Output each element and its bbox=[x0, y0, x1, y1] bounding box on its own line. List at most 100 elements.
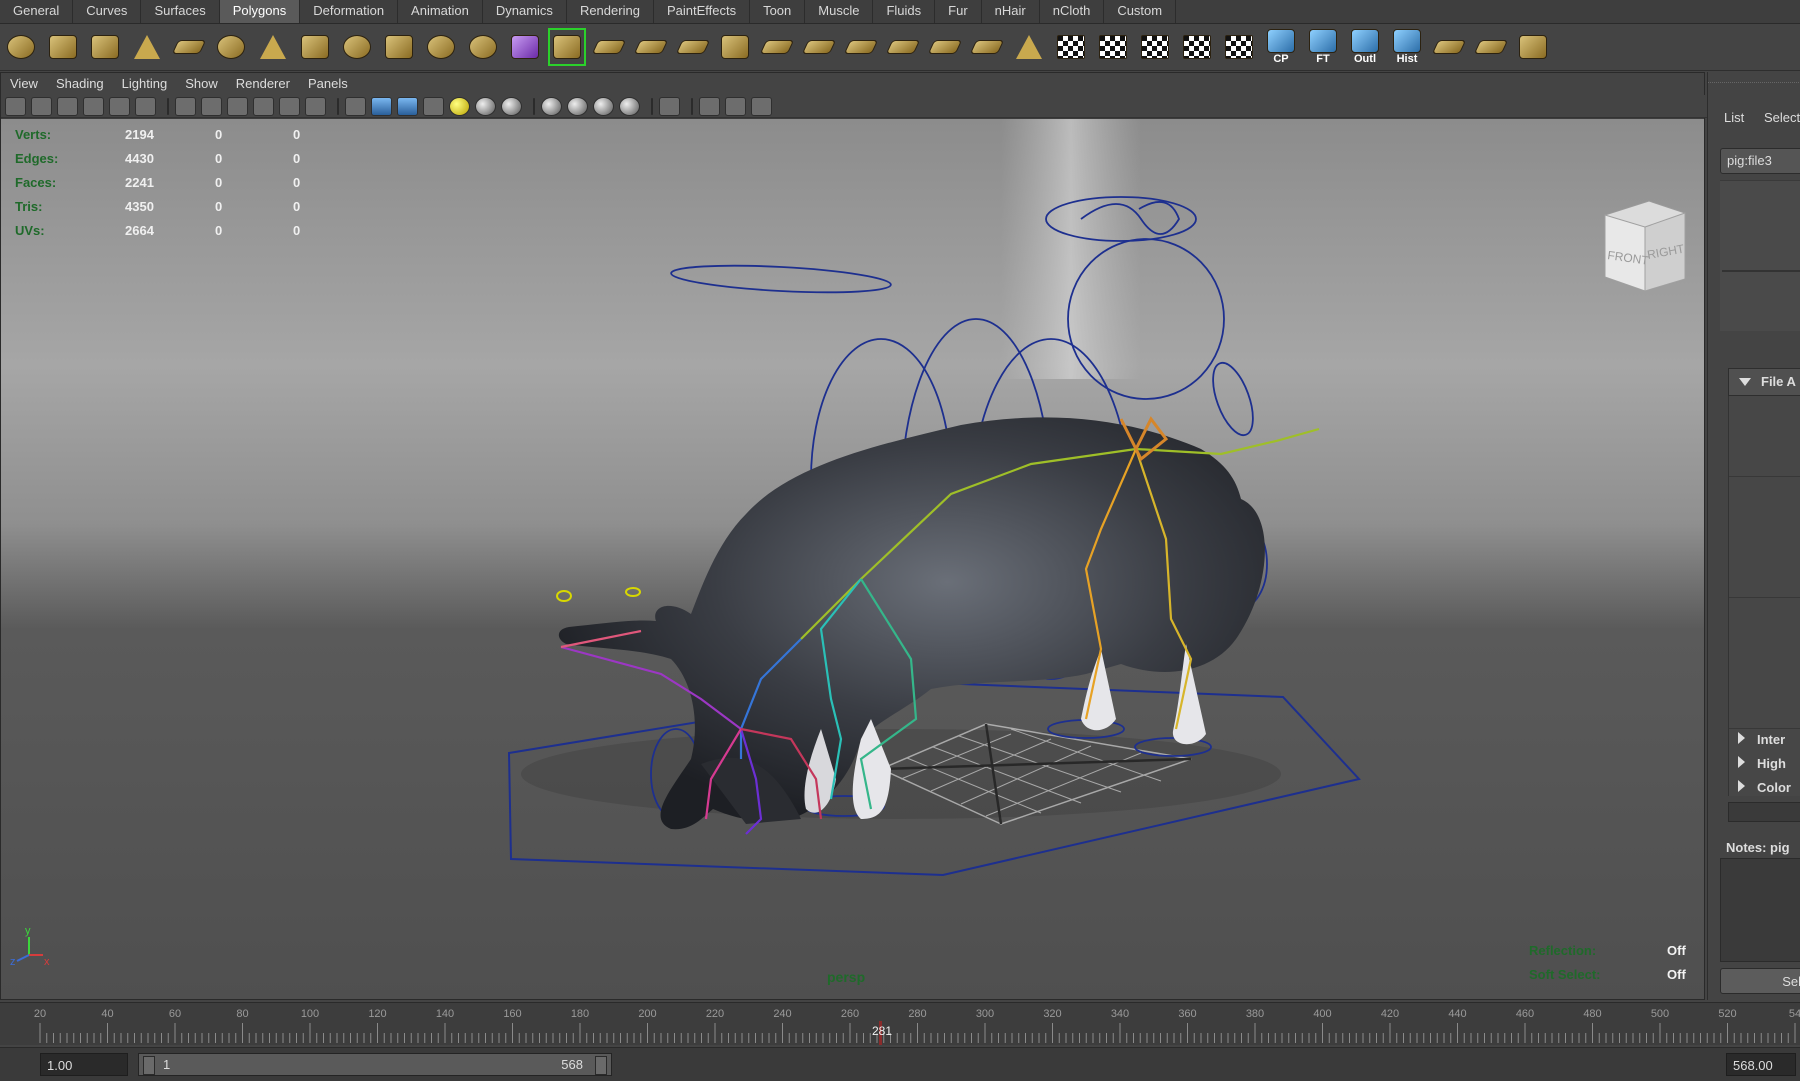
xray-icon[interactable] bbox=[501, 96, 522, 116]
poly-plane-icon[interactable] bbox=[170, 28, 208, 66]
collapse-icon[interactable] bbox=[926, 28, 964, 66]
shadows-icon[interactable] bbox=[475, 96, 496, 116]
history-icon[interactable]: Hist bbox=[1388, 28, 1426, 66]
shelf-tab-general[interactable]: General bbox=[0, 0, 74, 23]
poly-sphere-icon[interactable] bbox=[2, 28, 40, 66]
combine-icon[interactable] bbox=[380, 28, 418, 66]
cut-faces-icon[interactable] bbox=[1472, 28, 1510, 66]
poly-pyramid-icon[interactable] bbox=[254, 28, 292, 66]
extrude-face-icon[interactable] bbox=[674, 28, 712, 66]
range-end-handle[interactable] bbox=[595, 1056, 607, 1075]
selected-menu[interactable]: Selecte bbox=[1764, 110, 1800, 125]
panel-menu-view[interactable]: View bbox=[1, 73, 47, 95]
xray-active-icon[interactable] bbox=[725, 96, 746, 116]
textured-icon[interactable] bbox=[423, 96, 444, 116]
panel-menu-panels[interactable]: Panels bbox=[299, 73, 357, 95]
xray-joints-icon[interactable] bbox=[699, 96, 720, 116]
image-plane-icon[interactable] bbox=[83, 96, 104, 116]
end-time-field[interactable]: 568.00 bbox=[1726, 1053, 1796, 1076]
smooth-proxy-icon[interactable] bbox=[506, 28, 544, 66]
shelf-tab-nhair[interactable]: nHair bbox=[982, 0, 1040, 23]
time-slider[interactable]: 20 40 60 80 100 120 140 160 180 200 220 240 260 280 30… bbox=[0, 1002, 1800, 1045]
use-all-lights-icon[interactable] bbox=[449, 96, 470, 116]
offset-edge-loop-icon[interactable] bbox=[842, 28, 880, 66]
shelf-tab-fluids[interactable]: Fluids bbox=[873, 0, 936, 23]
center-pivot-icon[interactable]: CP bbox=[1262, 28, 1300, 66]
node-tab-pig-file3[interactable]: pig:file3 bbox=[1720, 148, 1800, 174]
start-time-field[interactable]: 1.00 bbox=[40, 1053, 128, 1076]
poly-cylinder-icon[interactable] bbox=[86, 28, 124, 66]
wireframe-icon[interactable] bbox=[345, 96, 366, 116]
uv-texture-editor-icon[interactable] bbox=[1220, 28, 1258, 66]
smooth-shade-icon[interactable] bbox=[371, 96, 392, 116]
bookmark-icon[interactable] bbox=[57, 96, 78, 116]
multi-sample-icon[interactable] bbox=[751, 96, 772, 116]
wireframe-on-shaded-icon[interactable] bbox=[397, 96, 418, 116]
insert-edge-loop-icon[interactable] bbox=[800, 28, 838, 66]
notes-textarea[interactable] bbox=[1720, 858, 1800, 962]
shelf-tab-deformation[interactable]: Deformation bbox=[300, 0, 399, 23]
bridge-icon[interactable] bbox=[758, 28, 796, 66]
panel-grip[interactable] bbox=[1708, 82, 1800, 85]
shelf-tab-custom[interactable]: Custom bbox=[1104, 0, 1177, 23]
gate-mask-icon[interactable] bbox=[253, 96, 274, 116]
film-gate-icon[interactable] bbox=[201, 96, 222, 116]
poly-torus-icon[interactable] bbox=[212, 28, 250, 66]
panel-menu-shading[interactable]: Shading bbox=[47, 73, 113, 95]
shelf-tab-animation[interactable]: Animation bbox=[398, 0, 483, 23]
section-inter[interactable]: Inter bbox=[1728, 728, 1800, 752]
planar-map-icon[interactable] bbox=[1052, 28, 1090, 66]
section-high[interactable]: High bbox=[1728, 752, 1800, 776]
shelf-tab-polygons[interactable]: Polygons bbox=[219, 0, 301, 23]
shelf-tab-toon[interactable]: Toon bbox=[750, 0, 806, 23]
poly-cone-icon[interactable] bbox=[128, 28, 166, 66]
field-chart-icon[interactable] bbox=[279, 96, 300, 116]
poly-pipe-icon[interactable] bbox=[296, 28, 334, 66]
panel-menu-renderer[interactable]: Renderer bbox=[227, 73, 299, 95]
freeze-transform-icon[interactable]: FT bbox=[1304, 28, 1342, 66]
file-attributes-section[interactable]: File A bbox=[1728, 368, 1800, 396]
shelf-tab-painteffects[interactable]: PaintEffects bbox=[654, 0, 751, 23]
cylindrical-map-icon[interactable] bbox=[1094, 28, 1132, 66]
3d-scene-view[interactable]: FRONT RIGHT y z x Verts: 2194 0 0 Edges: 4430… bbox=[1, 119, 1704, 999]
shelf-tab-curves[interactable]: Curves bbox=[73, 0, 142, 23]
shelf-tab-rendering[interactable]: Rendering bbox=[567, 0, 654, 23]
range-slider[interactable]: 1 568 bbox=[138, 1053, 612, 1076]
select-camera-icon[interactable] bbox=[5, 96, 26, 116]
safe-action-icon[interactable] bbox=[305, 96, 326, 116]
panel-menu-lighting[interactable]: Lighting bbox=[113, 73, 177, 95]
shelf-tab-muscle[interactable]: Muscle bbox=[805, 0, 874, 23]
anti-aliasing-icon[interactable] bbox=[593, 96, 614, 116]
grid-icon[interactable] bbox=[175, 96, 196, 116]
select-button[interactable]: Sel bbox=[1720, 968, 1800, 994]
range-start-handle[interactable] bbox=[143, 1056, 155, 1075]
horizontal-scrollbar[interactable] bbox=[1728, 802, 1800, 822]
fill-hole-icon[interactable] bbox=[968, 28, 1006, 66]
shelf-tab-surfaces[interactable]: Surfaces bbox=[141, 0, 220, 23]
depth-of-field-icon[interactable] bbox=[619, 96, 640, 116]
shelf-tab-ncloth[interactable]: nCloth bbox=[1040, 0, 1105, 23]
split-polygon-icon[interactable] bbox=[632, 28, 670, 66]
merge-icon[interactable] bbox=[884, 28, 922, 66]
sculpt-icon[interactable] bbox=[1010, 28, 1048, 66]
resolution-gate-icon[interactable] bbox=[227, 96, 248, 116]
camera-attributes-icon[interactable] bbox=[31, 96, 52, 116]
view-cube[interactable]: FRONT RIGHT bbox=[1604, 200, 1686, 292]
shelf-tab-dynamics[interactable]: Dynamics bbox=[483, 0, 567, 23]
screen-space-ao-icon[interactable] bbox=[541, 96, 562, 116]
spherical-map-icon[interactable] bbox=[1136, 28, 1174, 66]
motion-blur-icon[interactable] bbox=[567, 96, 588, 116]
automatic-map-icon[interactable] bbox=[1178, 28, 1216, 66]
append-polygon-icon[interactable] bbox=[590, 28, 628, 66]
checker-grid-icon[interactable] bbox=[1514, 28, 1552, 66]
smooth-icon[interactable] bbox=[548, 28, 586, 66]
shelf-tab-fur[interactable]: Fur bbox=[935, 0, 982, 23]
panel-menu-show[interactable]: Show bbox=[176, 73, 227, 95]
outliner-icon[interactable]: Outl bbox=[1346, 28, 1384, 66]
2d-pan-zoom-icon[interactable] bbox=[109, 96, 130, 116]
list-menu[interactable]: List bbox=[1724, 110, 1744, 125]
grease-pencil-icon[interactable] bbox=[135, 96, 156, 116]
isolate-select-icon[interactable] bbox=[659, 96, 680, 116]
bevel-icon[interactable] bbox=[716, 28, 754, 66]
poly-cube-icon[interactable] bbox=[44, 28, 82, 66]
